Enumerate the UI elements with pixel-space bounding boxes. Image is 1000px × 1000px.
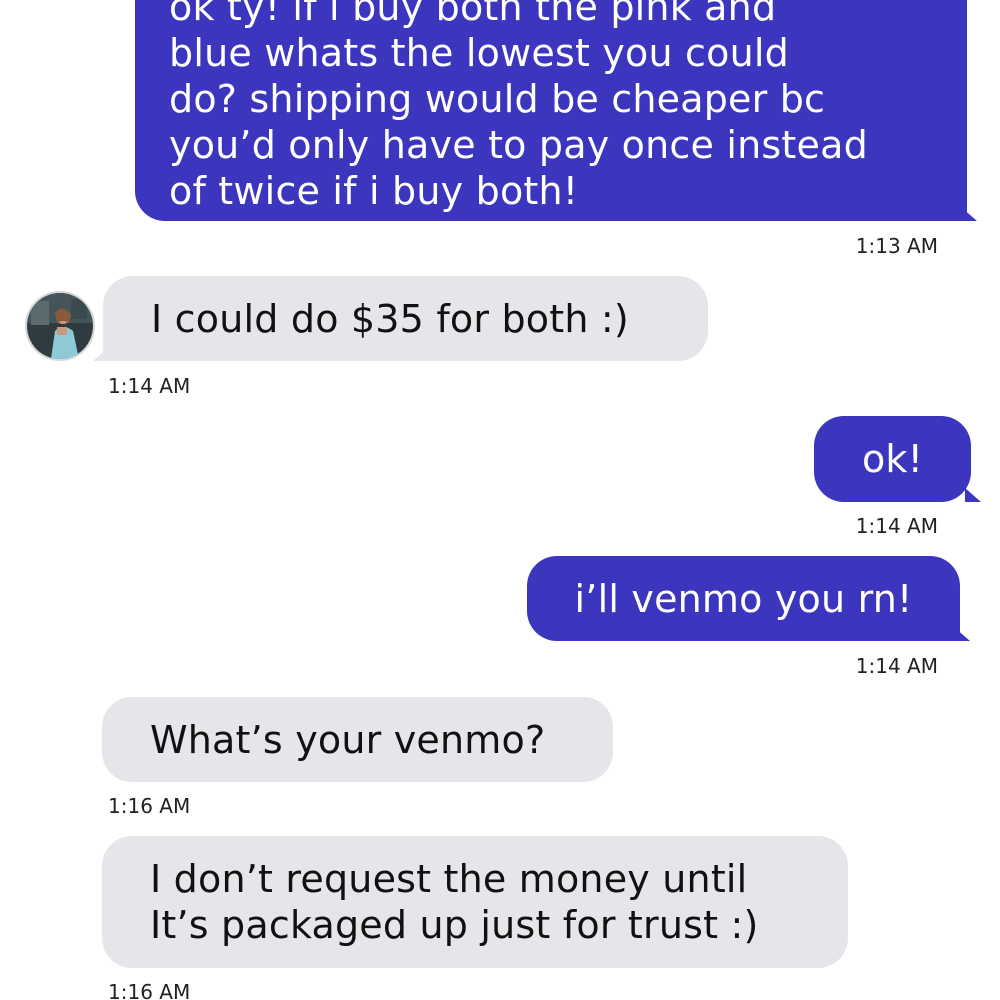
message-bubble-sent[interactable]: ok! [814,416,981,502]
message-bubble-received[interactable]: I could do $35 for both :) [93,276,708,361]
message-text-line: What’s your venmo? [150,717,546,762]
avatar-photo-icon [27,293,93,359]
message-timestamp: 1:14 AM [108,374,191,398]
message-text-line: do? shipping would be cheaper bc [169,77,826,121]
message-text-line: ok! [861,437,924,481]
message-text-line: It’s packaged up just for trust :) [150,903,759,947]
message-bubble-received[interactable]: What’s your venmo? [102,697,613,782]
message-timestamp: 1:14 AM [855,654,938,678]
message-timestamp: 1:14 AM [855,514,938,538]
contact-avatar[interactable] [25,291,95,361]
message-bubble-sent[interactable]: i’ll venmo you rn! [527,556,970,641]
message-text-line: you’d only have to pay once instead [169,123,868,167]
message-timestamp: 1:16 AM [108,794,191,818]
message-text-line: I don’t request the money until [150,857,748,901]
message-text-line: i’ll venmo you rn! [574,576,913,621]
message-timestamp: 1:16 AM [108,980,191,1000]
message-text-line: of twice if i buy both! [169,169,579,213]
message-text-line: I could do $35 for both :) [151,296,629,341]
message-thread: ok ty! if i buy both the pink and blue w… [0,0,1000,1000]
message-bubble-sent[interactable]: ok ty! if i buy both the pink and blue w… [135,0,977,221]
message-timestamp: 1:13 AM [855,234,938,258]
message-text-line: blue whats the lowest you could [169,31,789,75]
message-bubble-received[interactable]: I don’t request the money until It’s pac… [102,836,848,968]
message-text-line: ok ty! if i buy both the pink and [169,0,777,29]
